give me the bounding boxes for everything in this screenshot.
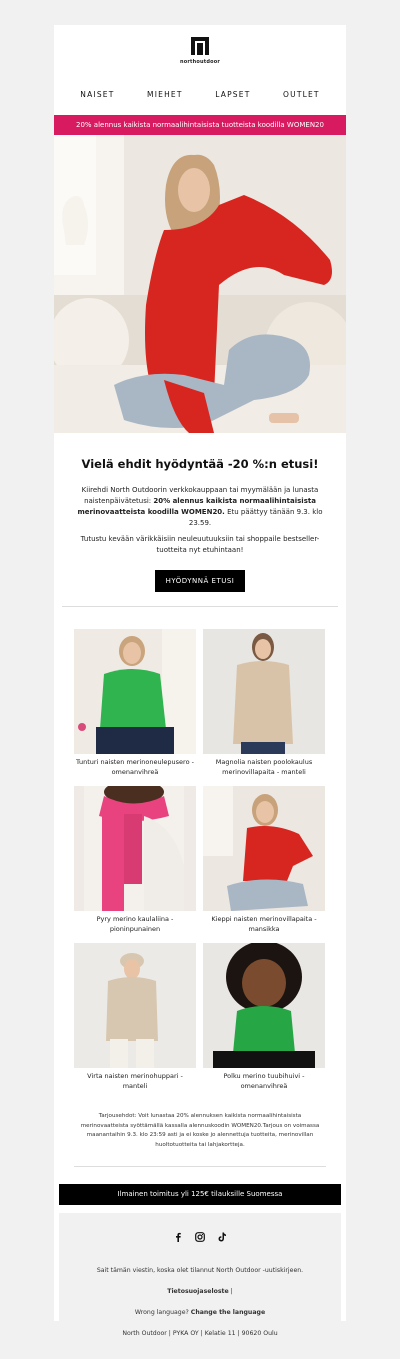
- free-shipping-banner[interactable]: Ilmainen toimitus yli 125€ tilauksille S…: [59, 1184, 341, 1206]
- promo-banner[interactable]: 20% alennus kaikista normaalihintaisista…: [54, 115, 346, 135]
- facebook-icon[interactable]: [172, 1231, 184, 1243]
- product-name[interactable]: Kieppi naisten merinovillapaita - mansik…: [203, 915, 325, 943]
- change-language-link[interactable]: Change the language: [191, 1309, 265, 1316]
- headline: Vielä ehdit hyödyntää -20 %:n etusi!: [81, 457, 319, 471]
- product-image[interactable]: [74, 629, 196, 754]
- product-card[interactable]: Kieppi naisten merinovillapaita - mansik…: [203, 786, 325, 943]
- footer: Sait tämän viestin, koska olet tilannut …: [59, 1213, 341, 1359]
- main-nav: NAISET MIEHET LAPSET OUTLET: [54, 85, 346, 103]
- hero-image[interactable]: [54, 135, 346, 433]
- product-name[interactable]: Polku merino tuubihuivi - omenanvihreä: [203, 1072, 325, 1100]
- nav-item-lapset[interactable]: LAPSET: [215, 90, 250, 99]
- nav-item-naiset[interactable]: NAISET: [80, 90, 114, 99]
- product-image[interactable]: [74, 943, 196, 1068]
- privacy-link[interactable]: Tietosuojaseloste: [167, 1288, 228, 1295]
- intro-text-2: Tutustu kevään värikkäisiin neuleuutuuks…: [80, 535, 320, 554]
- product-image[interactable]: [203, 943, 325, 1068]
- brand-name: northoutdoor: [179, 59, 221, 65]
- instagram-icon[interactable]: [194, 1231, 206, 1243]
- header-logo[interactable]: northoutdoor: [54, 25, 346, 85]
- product-grid: Tunturi naisten merinoneulepusero - omen…: [54, 607, 346, 1100]
- divider: [74, 1166, 326, 1168]
- product-name[interactable]: Tunturi naisten merinoneulepusero - omen…: [74, 758, 196, 786]
- subscription-note: Sait tämän viestin, koska olet tilannut …: [96, 1267, 304, 1275]
- language-line: Wrong language? Change the language: [134, 1309, 266, 1317]
- product-card[interactable]: Magnolia naisten poolokaulus merinovilla…: [203, 629, 325, 786]
- privacy-line: Tietosuojaseloste |: [167, 1288, 233, 1296]
- company-address: North Outdoor | PYKA OY | Kelatie 11 | 9…: [122, 1330, 278, 1338]
- claim-offer-button[interactable]: HYÖDYNNÄ ETUSI: [155, 570, 245, 592]
- intro-text: Kiirehdi North Outdoorin verkkokauppaan …: [77, 486, 323, 527]
- offer-terms: Tarjousehdot: Voit lunastaa 20% alennuks…: [80, 1113, 320, 1148]
- product-image[interactable]: [74, 786, 196, 911]
- email-container: northoutdoor NAISET MIEHET LAPSET OUTLET…: [54, 25, 346, 1359]
- product-image[interactable]: [203, 629, 325, 754]
- north-outdoor-logo-icon: [189, 35, 211, 57]
- product-image[interactable]: [203, 786, 325, 911]
- product-card[interactable]: Polku merino tuubihuivi - omenanvihreä: [203, 943, 325, 1100]
- nav-item-outlet[interactable]: OUTLET: [283, 90, 320, 99]
- product-name[interactable]: Pyry merino kaulaliina - pioninpunainen: [74, 915, 196, 943]
- product-card[interactable]: Tunturi naisten merinoneulepusero - omen…: [74, 629, 196, 786]
- nav-item-miehet[interactable]: MIEHET: [147, 90, 183, 99]
- tiktok-icon[interactable]: [216, 1231, 228, 1243]
- product-name[interactable]: Virta naisten merinohuppari - manteli: [74, 1072, 196, 1100]
- product-card[interactable]: Pyry merino kaulaliina - pioninpunainen: [74, 786, 196, 943]
- product-card[interactable]: Virta naisten merinohuppari - manteli: [74, 943, 196, 1100]
- social-links: [59, 1213, 341, 1243]
- product-name[interactable]: Magnolia naisten poolokaulus merinovilla…: [203, 758, 325, 786]
